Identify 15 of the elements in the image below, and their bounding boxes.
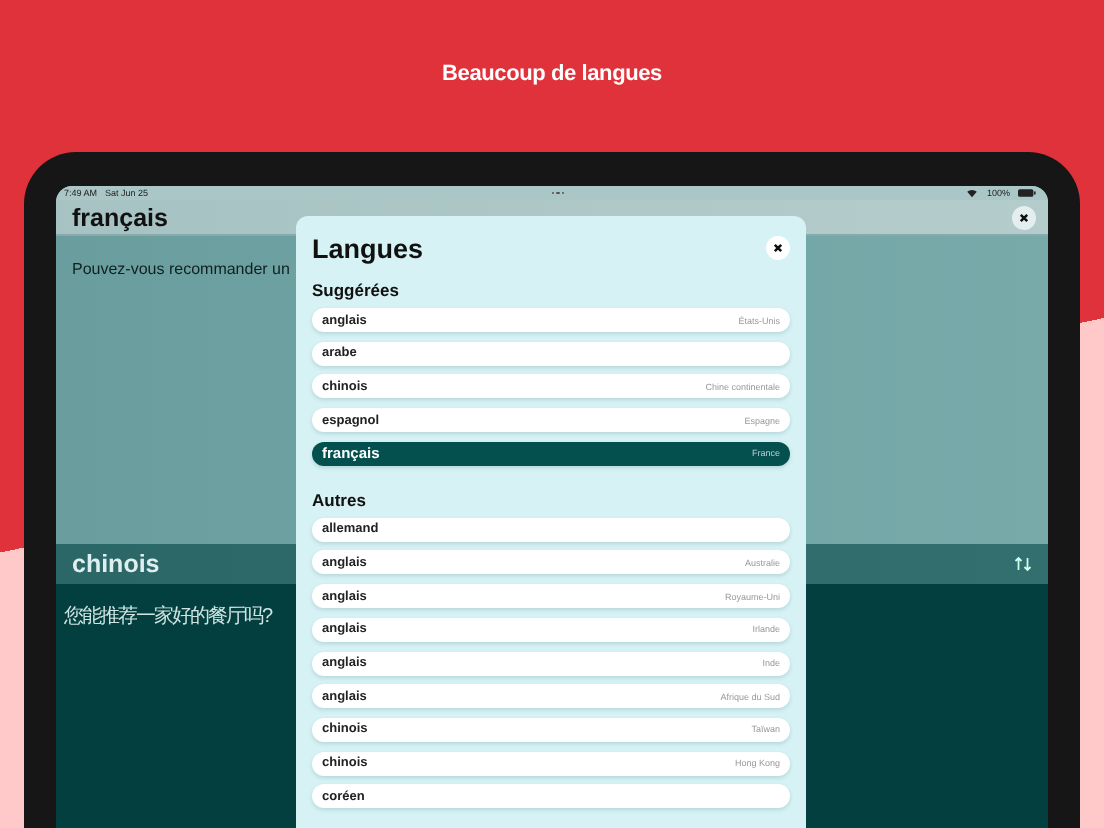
close-icon	[1016, 209, 1032, 225]
target-text: 您能推荐一家好的餐厅吗?	[64, 606, 272, 628]
wifi-icon	[966, 188, 979, 198]
close-button[interactable]	[1012, 205, 1036, 229]
headline: Beaucoup de langues	[442, 62, 662, 90]
sheet-title: Langues	[312, 233, 424, 263]
section-title: Autres	[312, 489, 368, 510]
swap-icon[interactable]	[1014, 556, 1032, 572]
close-button[interactable]	[766, 236, 790, 260]
target-language[interactable]: chinois	[72, 550, 160, 578]
battery-icon	[1017, 188, 1036, 198]
close-icon	[770, 240, 786, 256]
source-text[interactable]: Pouvez-vous recommander un	[72, 260, 290, 278]
section-title: Suggérées	[312, 280, 401, 300]
source-language[interactable]: français	[72, 203, 168, 231]
